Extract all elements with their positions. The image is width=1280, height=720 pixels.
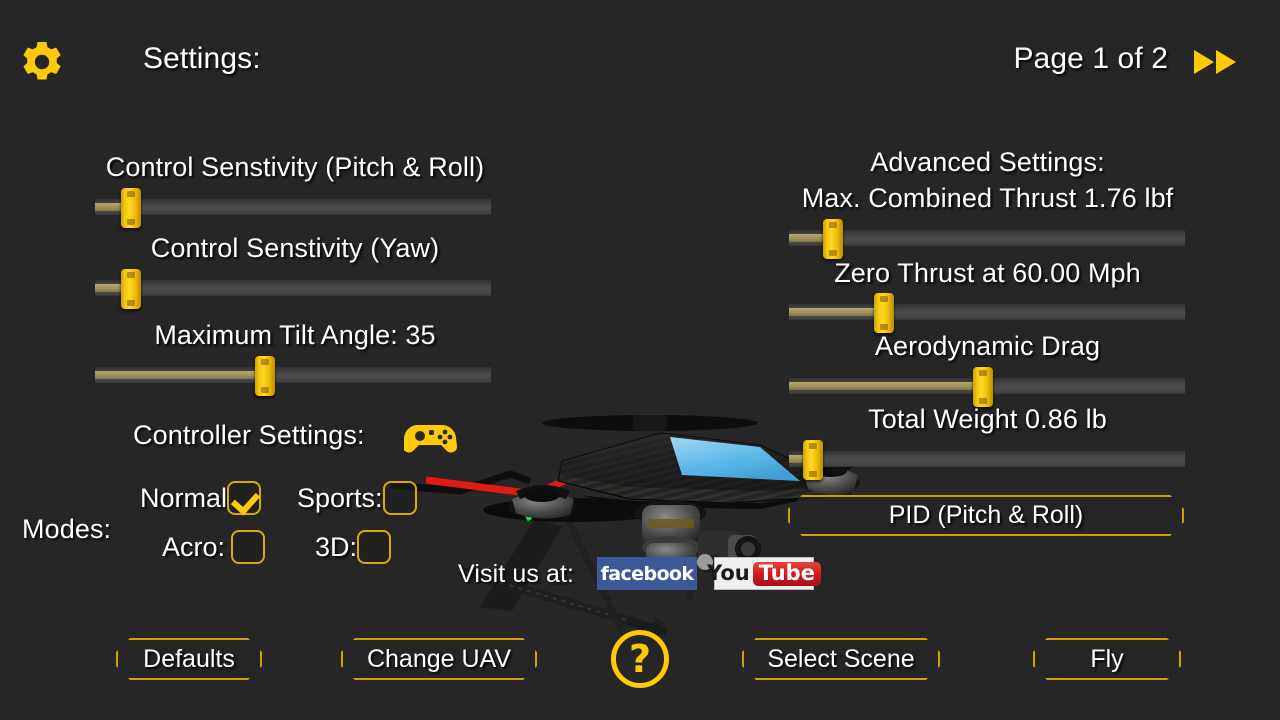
select-scene-button[interactable]: Select Scene [742,638,940,680]
defaults-button[interactable]: Defaults [116,638,262,680]
visit-us-label: Visit us at: [458,560,575,588]
mode-3d-label: 3D: [315,531,358,562]
total-weight-label: Total Weight 0.86 lb [868,404,1107,434]
slider-handle[interactable] [874,293,895,333]
slider-track[interactable] [95,280,491,296]
total-weight-slider[interactable] [789,440,1185,480]
mode-acro[interactable]: Acro: [162,530,266,564]
zero-thrust-label: Zero Thrust at 60.00 Mph [834,258,1141,288]
zero-thrust-slider[interactable] [789,293,1185,333]
youtube-link[interactable]: You Tube [707,557,821,590]
slider-handle[interactable] [120,269,141,309]
slider-handle[interactable] [973,367,994,407]
change-uav-button[interactable]: Change UAV [341,638,537,680]
fly-button[interactable]: Fly [1033,638,1181,680]
slider-fill [95,371,266,379]
maximum-tilt-angle-slider[interactable] [95,356,491,396]
slider-handle[interactable] [255,356,276,396]
youtube-you-label: You [707,561,750,585]
mode-normal-checkbox[interactable] [227,481,262,515]
control-sensitivity-yaw-label: Control Senstivity (Yaw) [150,233,440,263]
control-sensitivity-pitch-roll-label: Control Senstivity (Pitch & Roll) [105,152,485,182]
facebook-link[interactable]: facebook [597,557,697,590]
page-title: Settings: [143,42,261,75]
slider-handle[interactable] [802,440,823,480]
aerodynamic-drag-label: Aerodynamic Drag [874,331,1101,361]
page-indicator: Page 1 of 2 [1013,42,1168,75]
maximum-tilt-angle-label: Maximum Tilt Angle: 35 [154,320,436,350]
fast-forward-icon[interactable] [1192,48,1240,76]
slider-fill [789,308,885,316]
max-combined-thrust-slider[interactable] [789,219,1185,259]
advanced-settings-label: Advanced Settings: [870,147,1105,177]
slider-handle[interactable] [120,188,141,228]
controller-settings-label: Controller Settings: [133,420,365,450]
mode-3d[interactable]: 3D: [315,530,392,564]
mode-sports-checkbox[interactable] [382,481,417,515]
settings-screen: Settings: Page 1 of 2 Control Senstivity… [0,0,1280,720]
slider-track[interactable] [95,199,491,215]
mode-sports-label: Sports: [297,482,383,513]
gamepad-icon[interactable] [404,419,458,457]
mode-acro-checkbox[interactable] [231,530,266,564]
pid-pitch-roll-button[interactable]: PID (Pitch & Roll) [788,495,1184,536]
control-sensitivity-pitch-roll-slider[interactable] [95,188,491,228]
slider-track[interactable] [789,230,1185,246]
mode-normal-label: Normal [140,482,228,513]
modes-label: Modes: [22,514,112,544]
aerodynamic-drag-slider[interactable] [789,367,1185,407]
slider-handle[interactable] [822,219,843,259]
mode-3d-checkbox[interactable] [357,530,392,564]
slider-fill [789,382,984,390]
slider-track[interactable] [789,451,1185,467]
control-sensitivity-yaw-slider[interactable] [95,269,491,309]
mode-normal[interactable]: Normal [140,481,262,515]
gear-icon[interactable] [20,40,64,84]
mode-sports[interactable]: Sports: [297,481,417,515]
help-button[interactable]: ? [611,630,669,688]
youtube-tube-label: Tube [752,561,821,586]
max-combined-thrust-label: Max. Combined Thrust 1.76 lbf [801,183,1174,213]
mode-acro-label: Acro: [162,531,226,562]
facebook-label: facebook [600,562,694,585]
